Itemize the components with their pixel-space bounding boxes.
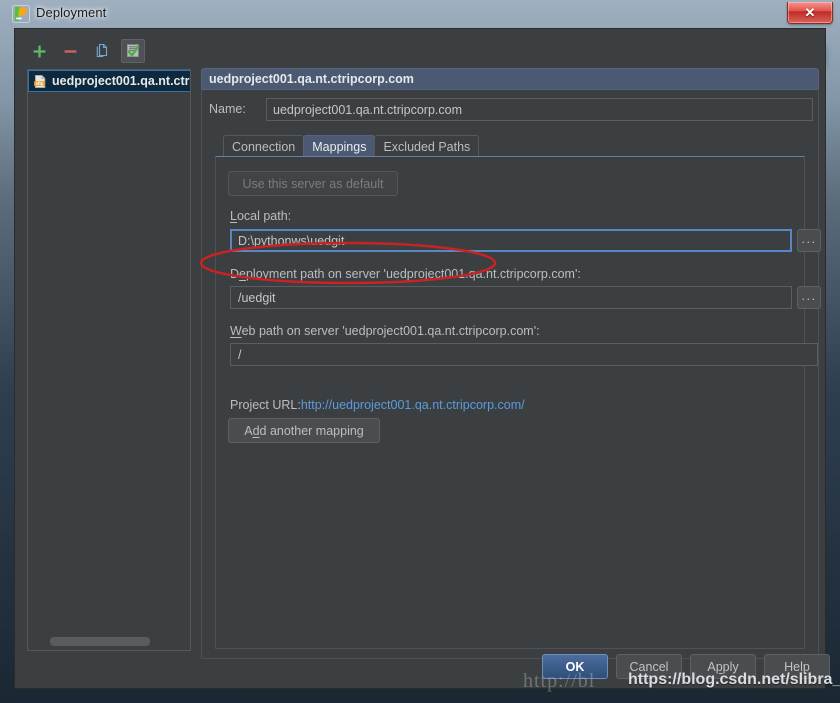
pane-header: uedproject001.qa.nt.ctripcorp.com — [201, 68, 819, 90]
tab-strip: Connection Mappings Excluded Paths — [223, 134, 480, 157]
local-path-browse-button[interactable]: ... — [797, 229, 821, 252]
add-server-button[interactable] — [27, 39, 51, 63]
local-path-input[interactable]: D:\pythonws\uedgit — [230, 229, 792, 252]
deployment-path-label: Deployment path on server 'uedproject001… — [230, 267, 581, 281]
cancel-button[interactable]: Cancel — [616, 654, 682, 679]
project-url-row: Project URL:http://uedproject001.qa.nt.c… — [230, 398, 525, 412]
remove-server-button[interactable] — [58, 39, 82, 63]
window-title: Deployment — [36, 5, 107, 20]
use-server-as-default-button[interactable]: Use this server as default — [228, 171, 398, 196]
mappings-panel: Use this server as default Local path: D… — [215, 156, 821, 649]
list-item-label: uedproject001.qa.nt.ctr — [52, 74, 190, 88]
horizontal-scrollbar-thumb[interactable] — [50, 637, 150, 646]
tab-excluded-paths[interactable]: Excluded Paths — [374, 135, 480, 157]
copy-server-button[interactable] — [90, 39, 114, 63]
local-path-label: Local path: — [230, 209, 292, 223]
help-button[interactable]: Help — [764, 654, 830, 679]
checkmark-document-icon — [127, 44, 140, 58]
pycharm-icon — [12, 5, 30, 23]
pane-header-title: uedproject001.qa.nt.ctripcorp.com — [209, 72, 414, 86]
tab-connection[interactable]: Connection — [223, 135, 305, 157]
web-path-label: Web path on server 'uedproject001.qa.nt.… — [230, 324, 540, 338]
deployment-path-input[interactable]: /uedgit — [230, 286, 792, 309]
deployment-dialog-window: Deployment ✕ sftp uedproject001.qa.nt.ct… — [0, 0, 840, 703]
tab-mappings[interactable]: Mappings — [303, 135, 376, 157]
server-list-pane: sftp uedproject001.qa.nt.ctr — [21, 35, 193, 665]
svg-text:sftp: sftp — [36, 81, 44, 86]
server-list-toolbar — [27, 39, 149, 65]
deployment-path-label-text: ployment path on server 'uedproject001.q… — [245, 267, 581, 281]
close-button[interactable]: ✕ — [787, 2, 833, 24]
set-default-button[interactable] — [121, 39, 146, 63]
apply-label-rest: ply — [722, 659, 739, 674]
plus-icon — [33, 45, 45, 57]
add-another-mapping-button[interactable]: Add another mapping — [228, 418, 380, 443]
project-url-link[interactable]: http://uedproject001.qa.nt.ctripcorp.com… — [301, 398, 525, 412]
deployment-path-browse-button[interactable]: ... — [797, 286, 821, 309]
close-icon: ✕ — [804, 5, 816, 20]
server-detail-pane: Name: uedproject001.qa.nt.ctripcorp.com … — [201, 35, 821, 665]
server-list[interactable]: sftp uedproject001.qa.nt.ctr — [27, 69, 191, 651]
web-path-label-text: eb path on server 'uedproject001.qa.nt.c… — [241, 324, 540, 338]
ok-button[interactable]: OK — [542, 654, 608, 679]
copy-icon — [96, 43, 108, 58]
apply-button[interactable]: Ap ply — [690, 654, 756, 679]
add-mapping-label-rest: d another mapping — [259, 423, 364, 438]
list-item[interactable]: sftp uedproject001.qa.nt.ctr — [28, 70, 190, 92]
project-url-label: Project URL: — [230, 398, 301, 412]
dialog-body: sftp uedproject001.qa.nt.ctr Name: uedpr… — [14, 28, 830, 689]
dialog-button-bar: OK Cancel Ap ply Help — [15, 654, 830, 680]
web-path-input[interactable]: / — [230, 343, 818, 366]
local-path-label-text: ocal path: — [236, 209, 292, 223]
sftp-file-icon: sftp — [34, 74, 46, 88]
minus-icon — [64, 49, 77, 53]
title-bar[interactable]: Deployment ✕ — [0, 0, 840, 28]
